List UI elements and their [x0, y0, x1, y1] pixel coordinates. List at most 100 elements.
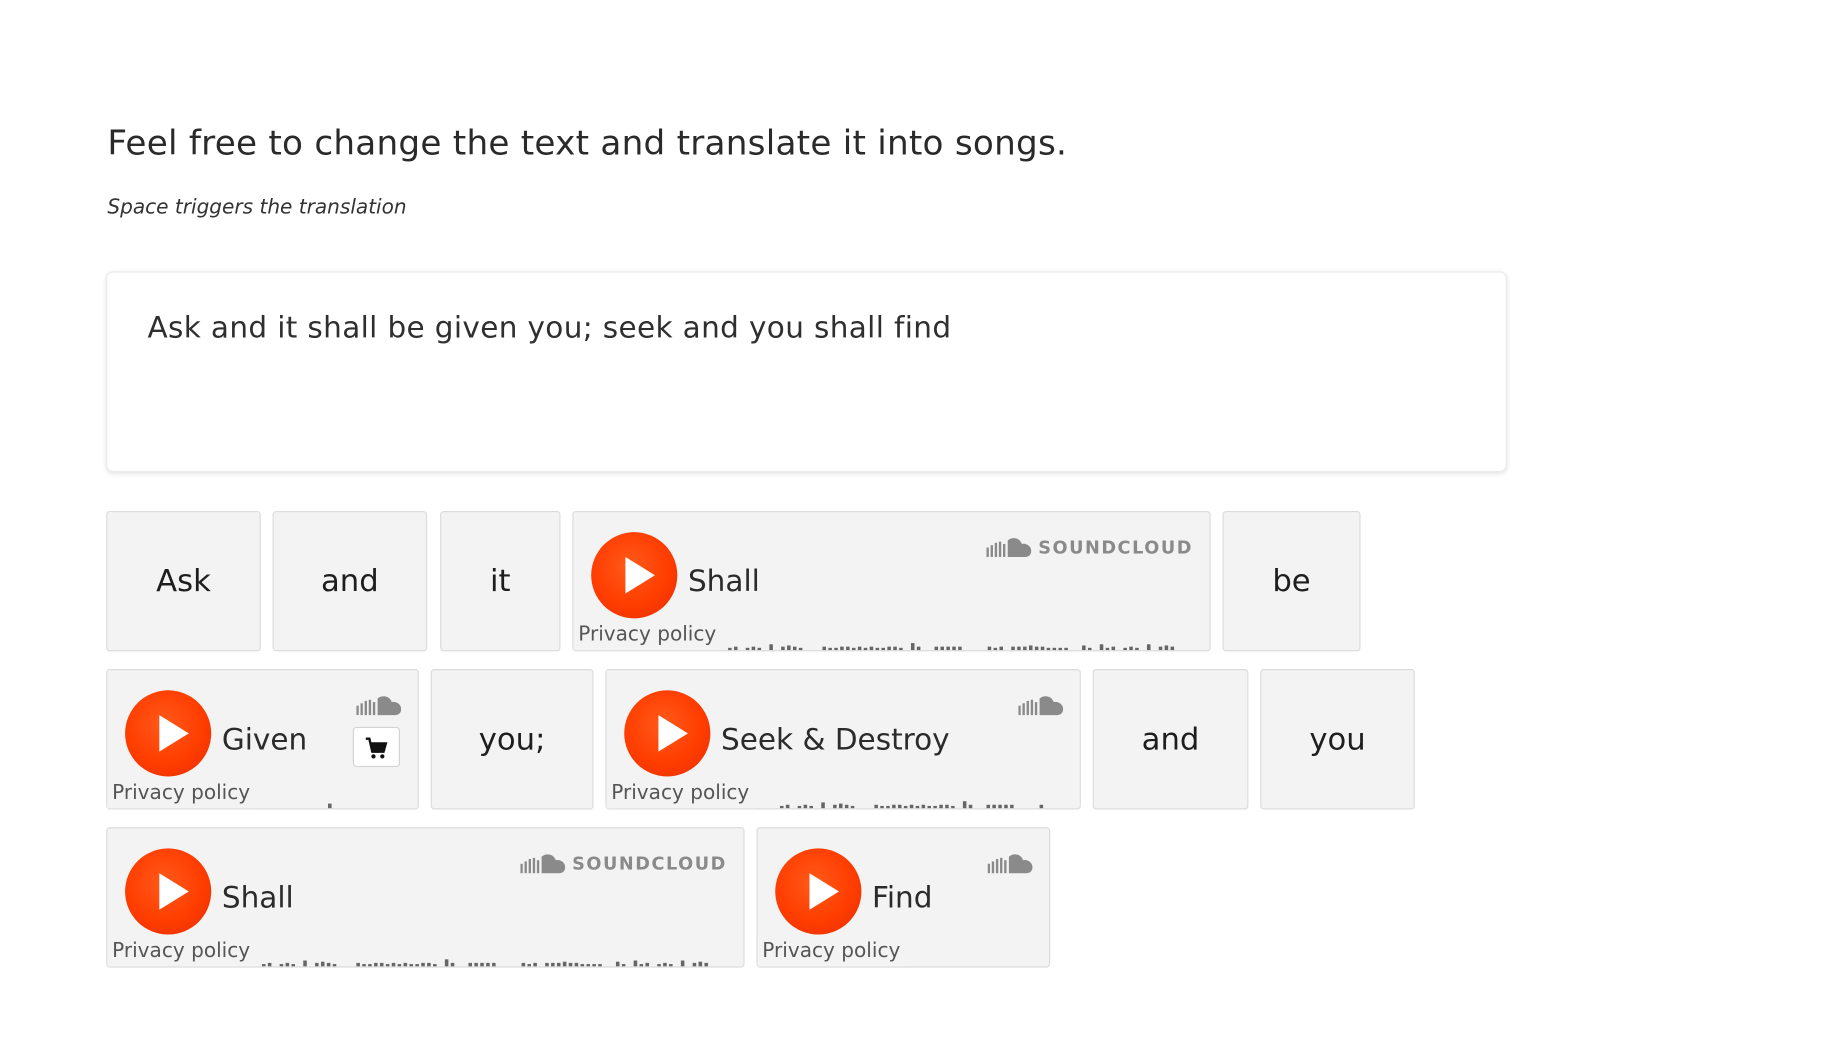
waveform-bar	[621, 964, 626, 967]
waveform-bar	[692, 962, 697, 967]
word-label: and	[320, 563, 379, 599]
waveform-bar	[1039, 804, 1044, 809]
word-tile-and-2: and	[1092, 669, 1249, 810]
play-button[interactable]	[125, 690, 212, 777]
waveform-bar	[379, 962, 384, 967]
waveform-bar	[838, 803, 843, 809]
privacy-policy-link[interactable]: Privacy policy	[107, 778, 257, 809]
soundcloud-logo[interactable]: SOUNDCLOUD	[986, 537, 1193, 558]
waveform-bar	[887, 646, 891, 651]
waveform-bar	[921, 804, 926, 809]
waveform-bar	[886, 805, 890, 809]
waveform-bar	[1158, 646, 1163, 651]
play-icon	[809, 873, 839, 910]
soundcloud-wordmark: SOUNDCLOUD	[572, 853, 727, 875]
play-button[interactable]	[125, 848, 212, 935]
waveform[interactable]	[327, 794, 334, 809]
privacy-policy-link[interactable]: Privacy policy	[606, 778, 756, 809]
waveform-bar	[1052, 647, 1057, 651]
waveform-bar	[822, 646, 826, 651]
word-label: and	[1141, 721, 1200, 757]
waveform-bar	[968, 804, 973, 809]
waveform-bar	[533, 962, 537, 967]
waveform-bar	[421, 962, 425, 967]
waveform-bar	[568, 962, 573, 967]
waveform-bar	[450, 962, 455, 967]
soundcloud-logo[interactable]	[1018, 695, 1064, 716]
waveform-bar	[787, 645, 791, 651]
waveform-bar	[326, 962, 331, 967]
waveform-bar	[409, 964, 413, 967]
track-title[interactable]: Seek & Destroy	[721, 722, 950, 756]
privacy-policy-link[interactable]: Privacy policy	[573, 620, 723, 651]
soundcloud-icon	[1018, 696, 1064, 716]
waveform[interactable]	[779, 794, 1046, 809]
waveform-bar	[562, 961, 567, 967]
soundcloud-logo[interactable]: SOUNDCLOUD	[520, 853, 727, 874]
waveform-bar	[1087, 647, 1092, 651]
waveform-bar	[1064, 647, 1068, 651]
waveform-bar	[362, 964, 366, 967]
waveform-bar	[1170, 646, 1175, 651]
waveform-bar	[958, 646, 962, 651]
privacy-policy-link[interactable]: Privacy policy	[757, 936, 907, 967]
waveform-bar	[785, 804, 790, 809]
soundcloud-player-shall: Shall SOUNDCLOUD Privacy policy	[572, 510, 1211, 652]
word-tile-and: and	[272, 510, 428, 652]
buy-button[interactable]	[352, 726, 401, 767]
waveform-bar	[745, 647, 750, 651]
waveform-bar	[897, 804, 902, 809]
waveform-bar	[851, 647, 856, 651]
waveform-bar	[809, 805, 814, 809]
waveform-bar	[427, 962, 431, 967]
waveform-bar	[828, 647, 832, 651]
waveform-bar	[285, 962, 290, 967]
word-tile-be: be	[1222, 510, 1361, 652]
waveform-bar	[521, 962, 526, 967]
word-label: you;	[478, 721, 546, 757]
track-title[interactable]: Given	[222, 722, 307, 756]
soundcloud-logo[interactable]	[356, 695, 402, 716]
waveform-bar	[657, 964, 661, 967]
waveform-bar	[863, 647, 868, 651]
privacy-policy-link[interactable]: Privacy policy	[107, 936, 257, 967]
play-button[interactable]	[591, 532, 678, 619]
waveform-bar	[663, 962, 667, 967]
soundcloud-wordmark: SOUNDCLOUD	[1038, 536, 1193, 559]
soundcloud-player-shall-2: Shall SOUNDCLOUD Privacy policy	[106, 827, 745, 968]
waveform-bar	[899, 647, 903, 651]
play-button[interactable]	[775, 848, 862, 935]
waveform-bar	[779, 805, 784, 809]
waveform-bar	[1010, 804, 1014, 809]
waveform-bar	[844, 804, 849, 809]
waveform-bar	[880, 805, 884, 809]
track-title[interactable]: Shall	[222, 880, 294, 914]
waveform-bar	[757, 647, 762, 651]
waveform-bar	[374, 962, 378, 967]
soundcloud-player-given: Given Privacy policy	[106, 669, 419, 810]
soundcloud-logo[interactable]	[987, 853, 1033, 874]
waveform-bar	[356, 962, 360, 967]
waveform-bar	[433, 964, 437, 967]
soundcloud-icon	[356, 696, 402, 716]
play-button[interactable]	[624, 690, 711, 777]
waveform[interactable]	[728, 636, 1176, 651]
cart-icon	[365, 737, 388, 759]
waveform-bar	[598, 964, 602, 967]
waveform-bar	[267, 962, 272, 967]
waveform-bar	[698, 961, 703, 967]
waveform-bar	[869, 646, 874, 651]
track-title[interactable]: Shall	[688, 564, 760, 598]
waveform[interactable]	[261, 952, 710, 967]
waveform-bar	[875, 647, 880, 651]
waveform-bar	[556, 962, 561, 967]
waveform-bar	[1017, 646, 1021, 651]
text-editor[interactable]: Ask and it shall be given you; seek and …	[106, 271, 1507, 472]
waveform-bar	[857, 646, 862, 651]
waveform-bar	[846, 646, 850, 651]
track-title[interactable]: Find	[872, 880, 932, 914]
waveform-bar	[1135, 647, 1139, 651]
play-icon	[658, 715, 688, 752]
waveform-bar	[987, 646, 992, 651]
waveform-bar	[574, 962, 579, 967]
